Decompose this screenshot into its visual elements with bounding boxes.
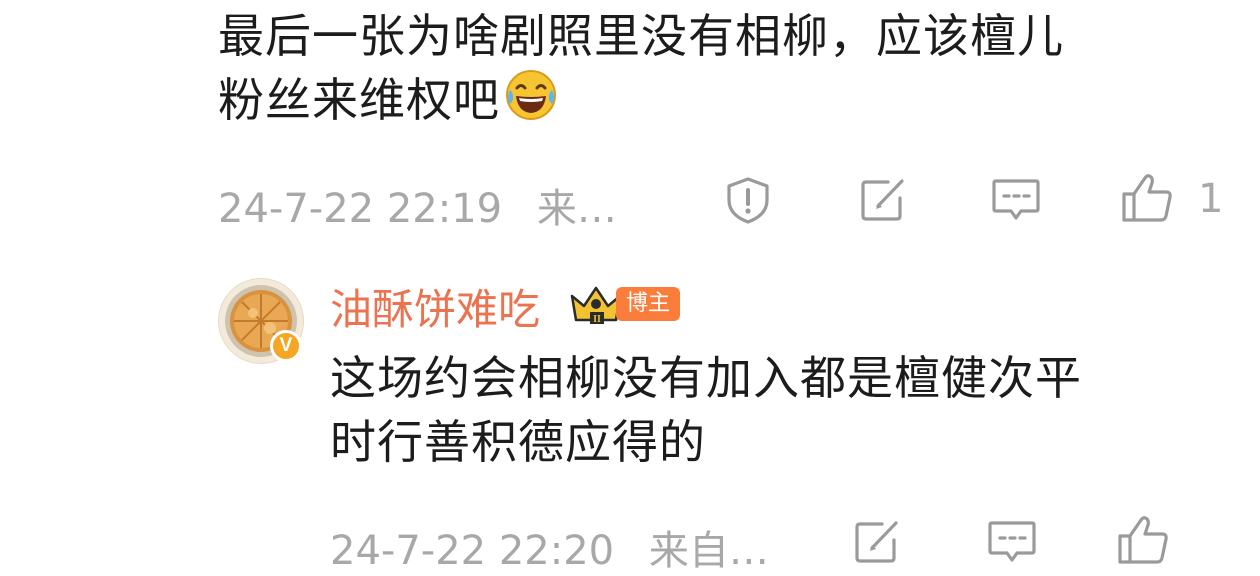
reply-text-line1: 这场约会相柳没有加入都是檀健次平 [330,351,1082,405]
comment-thread: 最后一张为啥剧照里没有相柳，应该檀儿 粉丝来维权吧 24-7-22 22:19 … [0,0,1260,576]
like-button[interactable] [1120,170,1176,226]
comment-text: 最后一张为啥剧照里没有相柳，应该檀儿 粉丝来维权吧 [218,4,1208,132]
repost-button[interactable] [858,176,908,224]
reply-meta: 24-7-22 22:20 来自… [330,518,769,576]
reply-source[interactable]: 来自… [649,528,769,574]
crown-rank: II [593,314,601,325]
comment-text-line2: 粉丝来维权吧 [218,73,500,127]
comment-meta: 24-7-22 22:19 来… [218,176,617,234]
like-icon [1116,512,1172,568]
reply-like-button[interactable] [1116,512,1172,568]
comment-source[interactable]: 来… [537,186,617,232]
verified-icon: V [270,330,302,362]
like-count: 1 [1198,176,1224,222]
reply-icon [986,518,1038,566]
reply-text: 这场约会相柳没有加入都是檀健次平 时行善积德应得的 [330,346,1210,474]
repost-icon [852,518,902,566]
repost-icon [858,176,908,224]
author-tag: 博主 [616,287,681,321]
avatar[interactable]: V [218,278,304,364]
reply-repost-button[interactable] [852,518,902,566]
reply-reply-button[interactable] [986,518,1038,566]
reply-button[interactable] [990,176,1042,224]
comment-text-line1: 最后一张为啥剧照里没有相柳，应该檀儿 [218,9,1064,63]
comment-text-line2-wrap: 粉丝来维权吧 [218,68,1208,132]
report-icon [722,174,774,226]
reply-text-line2: 时行善积德应得的 [330,415,706,469]
reply-timestamp: 24-7-22 22:20 [330,528,615,574]
reply-username[interactable]: 油酥饼难吃 [330,276,540,337]
laughing-tears-emoji-icon [504,68,558,122]
report-button[interactable] [722,174,774,226]
like-icon [1120,170,1176,226]
comment-timestamp: 24-7-22 22:19 [218,186,503,232]
reply-icon [990,176,1042,224]
